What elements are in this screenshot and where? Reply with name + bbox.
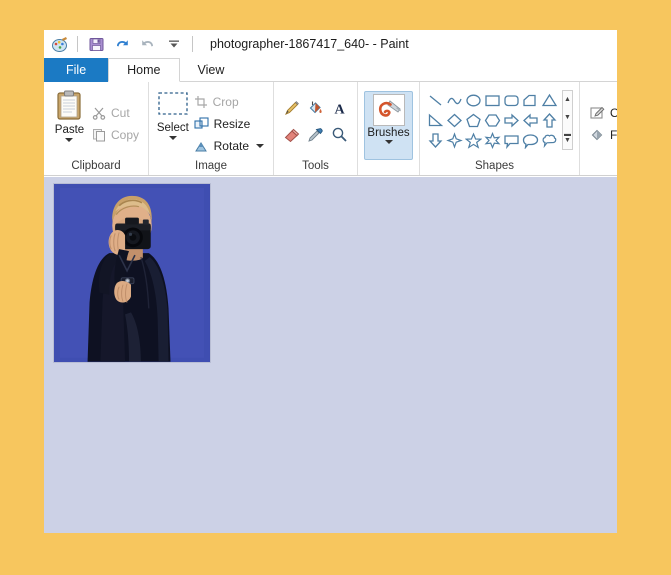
paste-dropdown-caret[interactable] xyxy=(65,138,74,142)
outline-label: Out xyxy=(610,106,617,120)
undo-icon[interactable] xyxy=(111,33,133,55)
tools-group-label: Tools xyxy=(302,160,329,172)
shape-diamond[interactable] xyxy=(446,112,463,129)
shape-cloud-callout[interactable] xyxy=(541,132,558,149)
tab-file[interactable]: File xyxy=(44,58,109,82)
redo-icon[interactable] xyxy=(137,33,159,55)
copy-button[interactable]: Copy xyxy=(89,124,142,146)
ribbon-group-image: Select Crop Resize Rotate Image xyxy=(149,82,274,175)
scroll-down-icon[interactable]: ▼ xyxy=(564,114,571,121)
rotate-dropdown-caret[interactable] xyxy=(256,144,264,148)
shape-right-arrow[interactable] xyxy=(503,112,520,129)
ribbon-group-shapes: ▲ ▼ ▬ ▼ Shapes xyxy=(420,82,580,175)
paste-button[interactable]: Paste xyxy=(50,88,89,160)
shape-down-arrow[interactable] xyxy=(427,132,444,149)
shapes-gallery xyxy=(426,90,559,150)
shape-oval[interactable] xyxy=(465,92,482,109)
shapes-group-label: Shapes xyxy=(474,160,514,172)
resize-label: Resize xyxy=(213,117,251,131)
ribbon-tabs: File Home View xyxy=(44,58,617,82)
select-dropdown-caret[interactable] xyxy=(168,136,177,140)
paint-bucket-icon[interactable] xyxy=(307,100,324,122)
text-a-icon[interactable]: A xyxy=(331,100,348,122)
shape-line[interactable] xyxy=(427,92,444,109)
fill-icon xyxy=(591,129,603,141)
select-button[interactable]: Select xyxy=(155,88,191,160)
image-group-label: Image xyxy=(195,160,227,172)
shape-rounded-rectangle[interactable] xyxy=(503,92,520,109)
outline-icon xyxy=(590,106,605,119)
outline-button[interactable]: Out xyxy=(587,102,617,124)
tab-home[interactable]: Home xyxy=(108,58,180,82)
fill-label: Fill xyxy=(610,128,617,142)
cut-button[interactable]: Cut xyxy=(89,102,142,124)
eraser-icon[interactable] xyxy=(283,126,300,148)
select-label: Select xyxy=(156,122,189,134)
pencil-icon[interactable] xyxy=(283,100,300,122)
brushes-dropdown-caret[interactable] xyxy=(384,140,393,144)
rotate-icon xyxy=(194,142,207,152)
window-title: photographer-1867417_640- - Paint xyxy=(210,37,409,51)
shape-left-arrow[interactable] xyxy=(522,112,539,129)
shape-curve[interactable] xyxy=(446,92,463,109)
brushes-group-label xyxy=(364,160,413,175)
tools-grid: A xyxy=(280,98,352,150)
shape-oval-callout[interactable] xyxy=(522,132,539,149)
more-shapes-icon[interactable]: ▬ ▼ xyxy=(564,131,571,144)
select-rectangle-icon xyxy=(158,92,188,115)
crop-label: Crop xyxy=(212,95,239,109)
canvas-workspace[interactable] xyxy=(44,177,617,533)
image-canvas[interactable] xyxy=(53,183,211,363)
shape-triangle[interactable] xyxy=(541,92,558,109)
rotate-button[interactable]: Rotate xyxy=(191,135,267,157)
shapes-scrollbar[interactable]: ▲ ▼ ▬ ▼ xyxy=(562,90,573,150)
ribbon-group-clipboard: Paste Cut Copy Clipboard xyxy=(44,82,149,175)
paste-label: Paste xyxy=(54,124,85,136)
shape-rectangle[interactable] xyxy=(484,92,501,109)
scroll-up-icon[interactable]: ▲ xyxy=(564,96,571,103)
copy-label: Copy xyxy=(110,128,139,142)
crop-icon xyxy=(194,96,207,108)
ribbon-group-outline-fill: Out Fill xyxy=(580,82,617,175)
eyedropper-icon[interactable] xyxy=(307,126,324,148)
ribbon: Paste Cut Copy Clipboard Select Crop Res… xyxy=(44,82,617,176)
clipboard-group-label: Clipboard xyxy=(71,160,121,172)
shape-polygon[interactable] xyxy=(522,92,539,109)
shape-six-point-star[interactable] xyxy=(484,131,501,149)
copy-icon xyxy=(92,129,105,142)
paint-window: photographer-1867417_640- - Paint File H… xyxy=(44,30,617,533)
resize-icon xyxy=(194,117,209,129)
save-icon[interactable] xyxy=(85,33,107,55)
qat-separator-2 xyxy=(192,36,193,52)
resize-button[interactable]: Resize xyxy=(191,113,267,135)
shape-hexagon[interactable] xyxy=(484,112,501,129)
crop-button[interactable]: Crop xyxy=(191,91,267,113)
shape-up-arrow[interactable] xyxy=(541,112,558,129)
svg-text:A: A xyxy=(334,103,345,118)
canvas-photo xyxy=(54,184,210,362)
title-bar: photographer-1867417_640- - Paint xyxy=(44,30,617,58)
magnifier-icon[interactable] xyxy=(331,126,348,148)
customize-quick-access-icon[interactable] xyxy=(163,33,185,55)
shape-five-point-star[interactable] xyxy=(465,131,482,149)
ribbon-group-tools: A Tools xyxy=(274,82,358,175)
cut-label: Cut xyxy=(110,106,130,120)
qat-separator-1 xyxy=(77,36,78,52)
scissors-icon xyxy=(92,107,106,120)
brushes-label: Brushes xyxy=(367,127,410,139)
fill-button[interactable]: Fill xyxy=(587,124,617,146)
ribbon-group-brushes: Brushes xyxy=(358,82,420,175)
shape-right-triangle[interactable] xyxy=(427,112,444,129)
shape-pentagon[interactable] xyxy=(465,112,482,129)
shape-four-point-star[interactable] xyxy=(446,131,463,149)
outline-fill-group-label xyxy=(587,160,617,175)
shape-rounded-callout[interactable] xyxy=(503,132,520,149)
paint-app-icon[interactable] xyxy=(48,33,70,55)
rotate-label: Rotate xyxy=(213,139,249,153)
paintbrush-icon xyxy=(372,94,405,126)
clipboard-icon xyxy=(57,90,82,120)
tab-view[interactable]: View xyxy=(180,58,243,82)
brushes-button[interactable]: Brushes xyxy=(364,91,413,160)
